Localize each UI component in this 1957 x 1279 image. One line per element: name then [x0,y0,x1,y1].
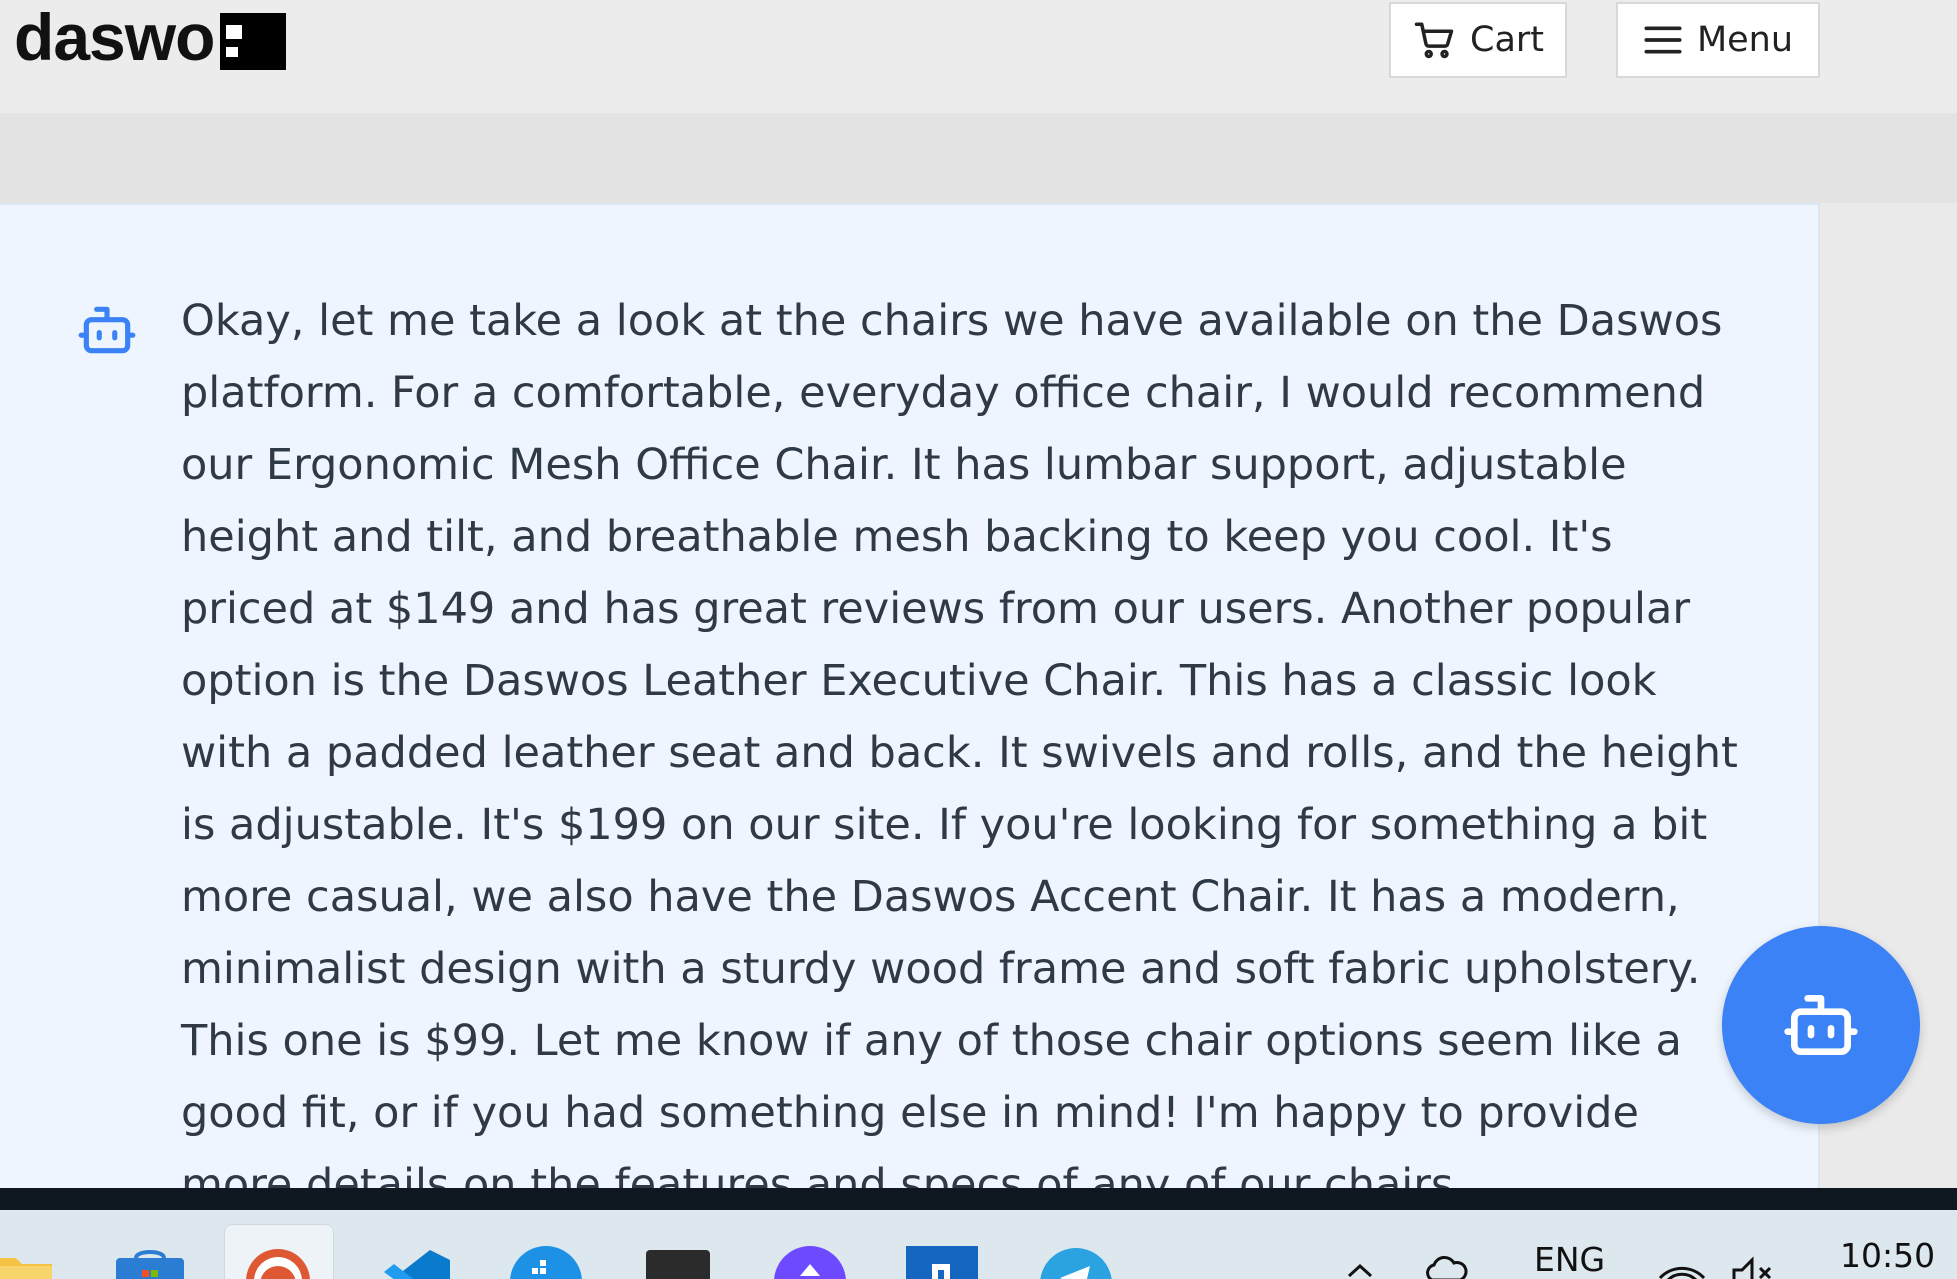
cart-icon [1414,22,1454,59]
language-indicator[interactable]: ENG [1534,1240,1605,1279]
bot-icon [78,306,136,354]
terminal-icon[interactable] [646,1250,710,1279]
menu-label: Menu [1696,20,1794,60]
cart-label: Cart [1470,20,1544,60]
volume-muted-icon[interactable] [1730,1254,1776,1279]
hamburger-icon [1644,26,1682,54]
cloud-icon[interactable] [1424,1254,1468,1279]
telegram-icon[interactable] [1040,1248,1112,1279]
window-edge [0,1188,1957,1210]
store-icon[interactable] [112,1250,188,1279]
bot-message: Okay, let me take a look at the chairs w… [181,296,1738,1190]
chatbot-toggle-button[interactable] [1722,926,1920,1124]
clock-time[interactable]: 10:50 A [1840,1236,1957,1279]
bot-icon [1784,995,1858,1055]
file-explorer-icon[interactable] [0,1246,54,1279]
site-header: daswo Cart Menu [0,0,1957,113]
app-icon[interactable] [906,1246,978,1279]
chat-panel: Okay, let me take a look at the chairs w… [0,203,1820,1190]
logo-text: daswo [14,0,215,74]
duckduckgo-icon[interactable] [245,1248,311,1279]
wifi-icon[interactable] [1656,1256,1708,1279]
logo[interactable]: daswo [14,0,215,74]
menu-button[interactable]: Menu [1616,2,1820,78]
logo-mark-icon [220,13,286,70]
page-band [0,113,1957,203]
docker-icon[interactable] [510,1246,582,1279]
cart-button[interactable]: Cart [1389,2,1567,78]
taskbar: ENG 10:50 A [0,1210,1957,1279]
proton-vpn-icon[interactable] [774,1246,846,1279]
chevron-up-icon[interactable] [1345,1260,1375,1279]
vscode-icon[interactable] [380,1248,452,1279]
